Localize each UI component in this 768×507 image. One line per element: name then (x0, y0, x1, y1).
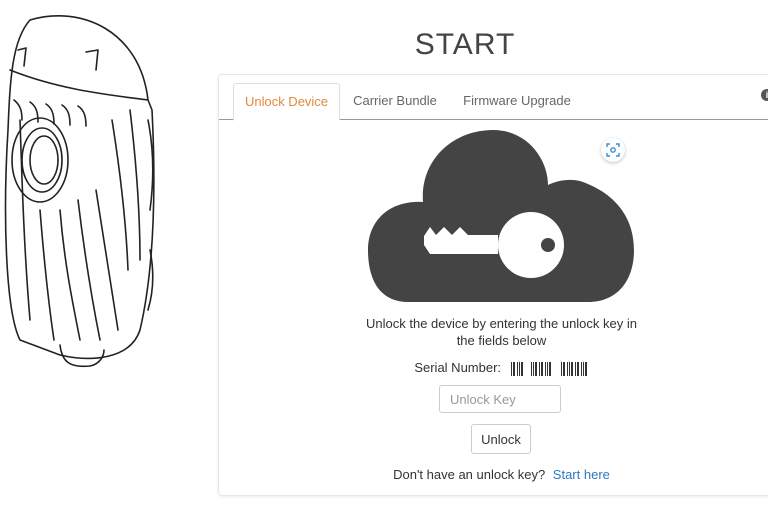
start-here-link[interactable]: Start here (553, 467, 610, 482)
tab-unlock-device[interactable]: Unlock Device (233, 83, 340, 121)
unlock-card: Unlock Device Carrier Bundle Firmware Up… (218, 74, 768, 496)
serial-number-label: Serial Number: (414, 360, 502, 375)
device-illustration (4, 15, 155, 368)
no-key-row: Don't have an unlock key? Start here (359, 467, 644, 482)
serial-number-row: Serial Number: (359, 360, 644, 376)
tab-carrier-bundle[interactable]: Carrier Bundle (343, 83, 447, 119)
info-icon[interactable]: i (761, 89, 768, 101)
unlock-key-input[interactable] (439, 385, 561, 413)
tab-firmware-upgrade[interactable]: Firmware Upgrade (455, 83, 579, 119)
serial-number-barcode (510, 361, 587, 376)
unlock-button[interactable]: Unlock (471, 424, 531, 454)
page-title: START (414, 28, 516, 61)
cloud-key-icon (368, 130, 634, 302)
tab-bar: Unlock Device Carrier Bundle Firmware Up… (219, 75, 768, 121)
no-key-text: Don't have an unlock key? (393, 467, 546, 482)
unlock-instructions: Unlock the device by entering the unlock… (366, 316, 637, 348)
